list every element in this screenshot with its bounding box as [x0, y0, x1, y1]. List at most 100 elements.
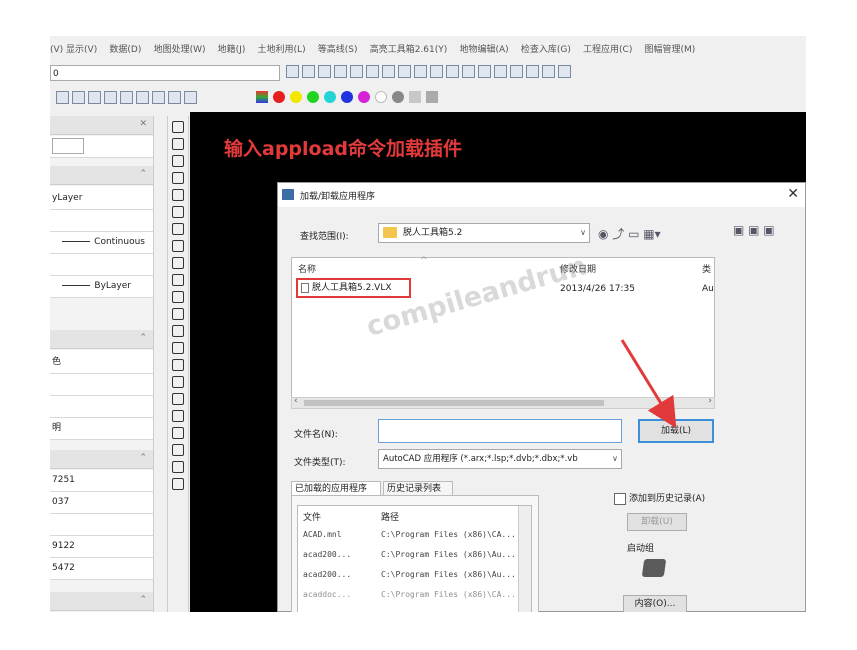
menu-toolbox[interactable]: 高亮工具箱2.61(Y) [370, 42, 448, 55]
tool-icon[interactable] [120, 91, 133, 104]
palette-row-lineweight[interactable]: ByLayer [50, 276, 153, 298]
collapse-icon[interactable]: ⌃ [139, 333, 147, 343]
color-blue[interactable] [341, 91, 353, 103]
close-button[interactable]: ✕ [787, 186, 799, 202]
header-file[interactable]: 文件 [303, 510, 375, 523]
nav-icons[interactable]: ◉ ⤴ ▭ ▦▾ [598, 225, 661, 242]
chevron-down-icon[interactable] [52, 137, 84, 154]
tool-icon[interactable] [136, 91, 149, 104]
tool-icon[interactable] [168, 91, 181, 104]
color-palette-icon[interactable] [256, 91, 268, 103]
rectangle-icon[interactable] [172, 189, 184, 201]
color-lightgray[interactable] [409, 91, 421, 103]
tool-icon[interactable] [542, 65, 555, 78]
col-type-header[interactable]: 类 [702, 262, 711, 275]
tool-icon[interactable] [334, 65, 347, 78]
palette-row[interactable]: 7251 [50, 470, 153, 492]
collapse-icon[interactable]: ⌃ [139, 595, 147, 605]
tool-icon[interactable] [152, 91, 165, 104]
menu-view[interactable]: (V) 显示(V) [50, 42, 97, 55]
ellipse-arc-icon[interactable] [172, 291, 184, 303]
tool-icon[interactable] [286, 65, 299, 78]
text-icon[interactable] [172, 393, 184, 405]
close-icon[interactable]: ✕ [139, 119, 147, 129]
tool-icon[interactable] [172, 444, 184, 456]
palette-row-linetype[interactable]: Continuous [50, 232, 153, 254]
tool-icon[interactable] [366, 65, 379, 78]
palette-row[interactable]: 037 [50, 492, 153, 514]
zoom-icon[interactable] [382, 65, 395, 78]
arc-icon[interactable] [172, 155, 184, 167]
menu-map-process[interactable]: 地图处理(W) [154, 42, 206, 55]
color-cyan[interactable] [324, 91, 336, 103]
line-icon[interactable] [172, 121, 184, 133]
color-gray[interactable] [392, 91, 404, 103]
menu-check-import[interactable]: 检查入库(G) [521, 42, 571, 55]
tab-history[interactable]: 历史记录列表 [383, 481, 453, 495]
color-white[interactable] [375, 91, 387, 103]
look-in-dropdown[interactable]: 脱人工具箱5.2 ∨ [378, 223, 590, 243]
collapse-icon[interactable]: ⌃ [139, 169, 147, 179]
chevron-down-icon[interactable]: ∨ [612, 450, 618, 468]
palette-row[interactable]: 9122 [50, 536, 153, 558]
undo-icon[interactable] [430, 65, 443, 78]
palette-row[interactable]: 色 [50, 350, 153, 374]
palette-header[interactable]: ✕ [50, 116, 153, 135]
section-general-header[interactable]: ⌃ [50, 166, 153, 185]
contents-button[interactable]: 内容(O)... [623, 595, 687, 612]
zoom-icon[interactable] [414, 65, 427, 78]
color-yellow[interactable] [290, 91, 302, 103]
checkbox-box[interactable] [614, 492, 626, 505]
scroll-left-icon[interactable]: ‹ [294, 396, 298, 406]
tool-icon[interactable] [172, 461, 184, 473]
section-3d-header[interactable]: ⌃ [50, 330, 153, 349]
help-icon[interactable] [558, 65, 571, 78]
tab-loaded-apps[interactable]: 已加载的应用程序 [291, 481, 381, 495]
tool-icon[interactable] [478, 65, 491, 78]
tool-icon[interactable] [172, 427, 184, 439]
section-misc-header[interactable]: ⌃ [50, 592, 153, 611]
loaded-list-vscrollbar[interactable] [518, 506, 531, 612]
tool-icon[interactable] [494, 65, 507, 78]
palette-row[interactable] [50, 514, 153, 536]
tool-icon[interactable] [88, 91, 101, 104]
layer-dropdown[interactable]: 0 [50, 65, 280, 81]
filename-input[interactable] [378, 419, 622, 443]
tool-icon[interactable] [172, 478, 184, 490]
tool-icon[interactable] [526, 65, 539, 78]
color-red[interactable] [273, 91, 285, 103]
palette-row[interactable] [50, 254, 153, 276]
collapse-icon[interactable]: ⌃ [139, 453, 147, 463]
region-icon[interactable] [172, 376, 184, 388]
file-item-vlx[interactable]: 脱人工具箱5.2.VLX [296, 278, 411, 298]
spline-icon[interactable] [172, 257, 184, 269]
scroll-right-icon[interactable]: › [708, 396, 712, 406]
tool-icon[interactable] [184, 91, 197, 104]
unload-button[interactable]: 卸载(U) [627, 513, 687, 531]
tool-icon[interactable] [318, 65, 331, 78]
menu-engineering[interactable]: 工程应用(C) [583, 42, 632, 55]
tool-icon[interactable] [302, 65, 315, 78]
polygon-icon[interactable] [172, 172, 184, 184]
revcloud-icon[interactable] [172, 240, 184, 252]
palette-row[interactable]: 5472 [50, 558, 153, 580]
menu-land-use[interactable]: 土地利用(L) [258, 42, 306, 55]
section-geometry-header[interactable]: ⌃ [50, 450, 153, 469]
palette-row[interactable] [50, 210, 153, 232]
tool-icon[interactable] [72, 91, 85, 104]
tool-icon[interactable] [56, 91, 69, 104]
circle-icon[interactable] [172, 223, 184, 235]
palette-row[interactable] [50, 396, 153, 418]
tool-icon[interactable] [172, 410, 184, 422]
search-web-icons[interactable]: ▣ ▣ ▣ [733, 223, 775, 237]
header-path[interactable]: 路径 [381, 510, 529, 523]
filetype-dropdown[interactable]: AutoCAD 应用程序 (*.arx;*.lsp;*.dvb;*.dbx;*.… [378, 449, 622, 469]
menu-feature-edit[interactable]: 地物编辑(A) [459, 42, 508, 55]
tool-icon[interactable] [350, 65, 363, 78]
redo-icon[interactable] [446, 65, 459, 78]
menu-cadastre[interactable]: 地籍(J) [218, 42, 246, 55]
tool-icon[interactable] [462, 65, 475, 78]
col-name-header[interactable]: 名称 [298, 262, 316, 275]
polyline-icon[interactable] [172, 138, 184, 150]
palette-row[interactable]: 明 [50, 418, 153, 440]
